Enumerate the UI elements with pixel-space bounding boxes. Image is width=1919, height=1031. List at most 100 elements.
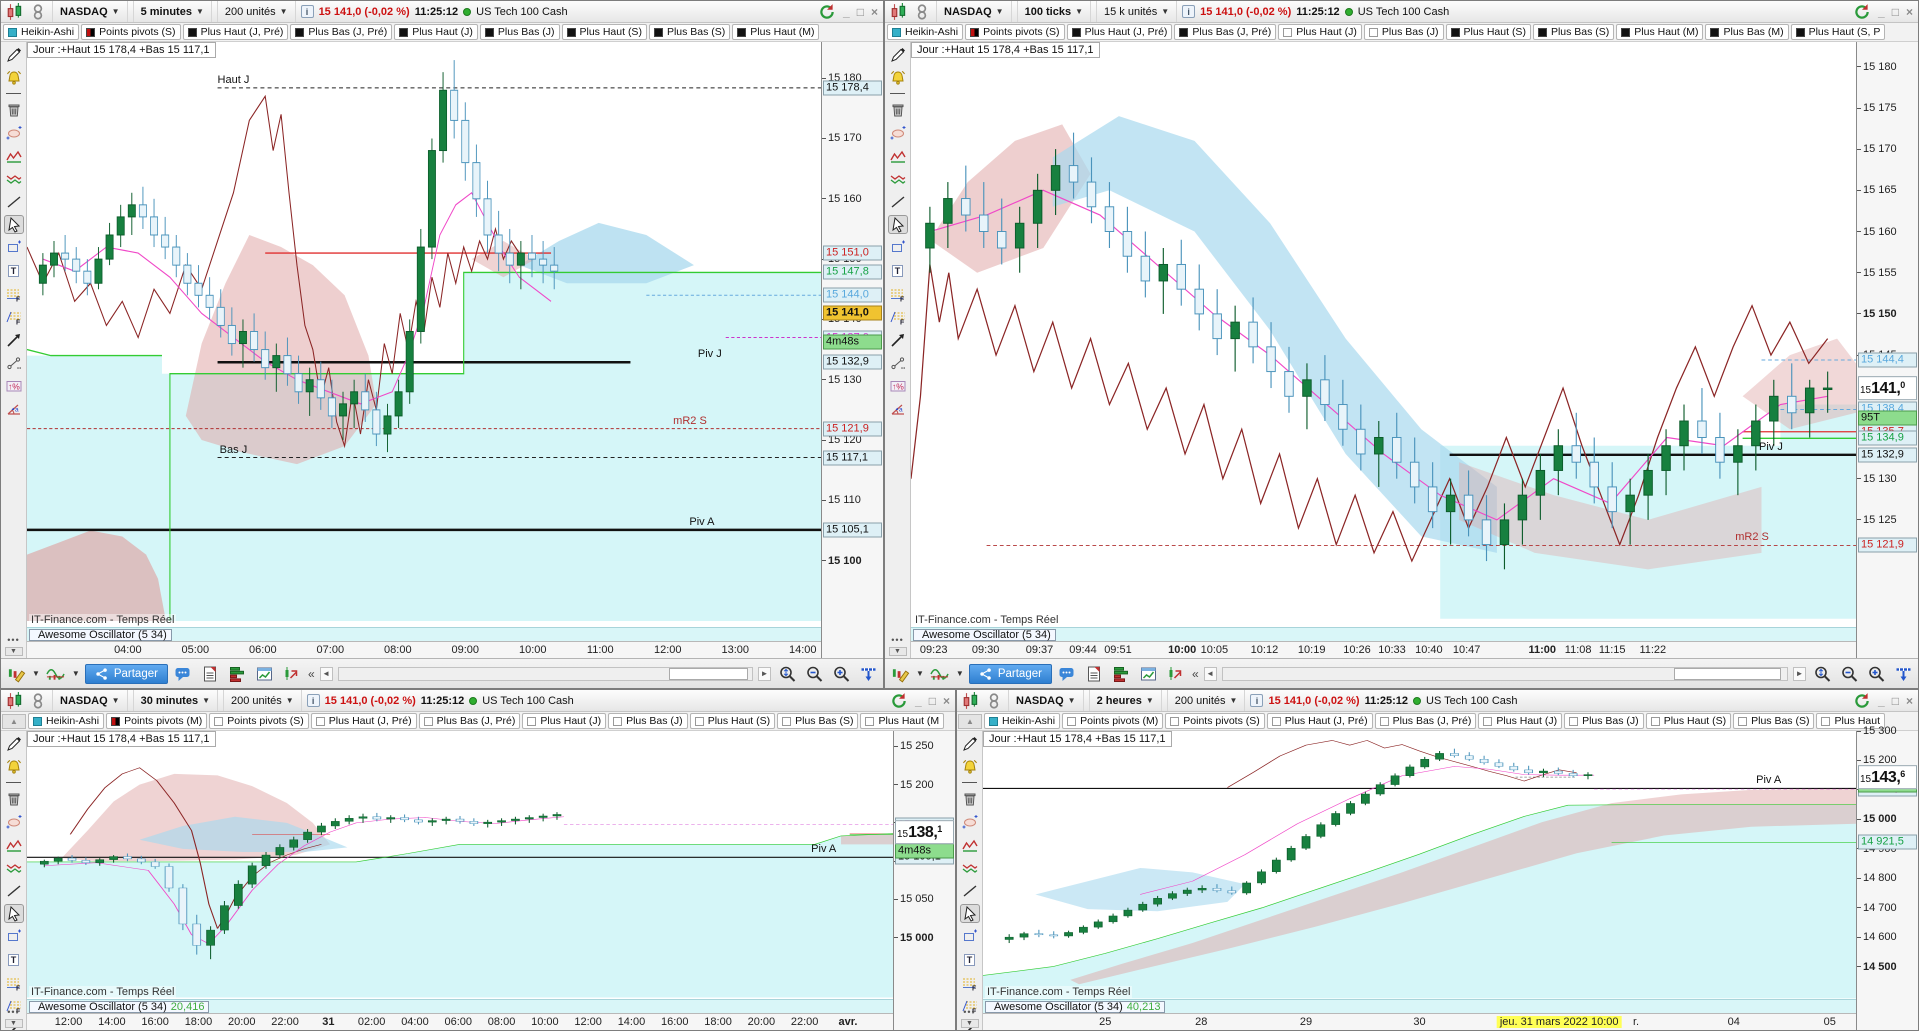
info-icon[interactable]: i xyxy=(1182,5,1196,18)
zoom-out-icon[interactable] xyxy=(803,663,825,685)
close-button[interactable]: × xyxy=(1906,694,1913,708)
scrollbar-thumb[interactable] xyxy=(1674,667,1782,680)
zigzag-tool-icon[interactable] xyxy=(960,835,980,854)
price-chart[interactable]: Piv A Jour :+Haut 15 178,4 +Bas 15 117,1 I… xyxy=(27,731,893,999)
maximize-button[interactable]: □ xyxy=(1892,5,1899,19)
chat-bubble-icon[interactable] xyxy=(1057,663,1079,685)
indicator-button[interactable]: Plus Haut (S) xyxy=(1645,713,1732,729)
indicator-button[interactable]: Points pivots (S) xyxy=(1165,713,1265,729)
indicator-button[interactable]: Plus Haut (J, Pré) xyxy=(182,24,289,40)
segment-tool-icon[interactable] xyxy=(888,353,908,372)
cursor-tool-icon[interactable] xyxy=(3,904,24,923)
chart-style-icon[interactable] xyxy=(889,663,911,685)
arrow-tool-icon[interactable] xyxy=(888,330,908,349)
units-dropdown[interactable]: 200 unités ▼ xyxy=(222,690,302,711)
ellipse-tool-icon[interactable] xyxy=(960,812,980,831)
indicator-button[interactable]: Heikin-Ashi xyxy=(887,24,964,40)
scroll-down-icon[interactable]: ▼ xyxy=(960,1019,979,1028)
indicator-button[interactable]: Plus Haut (J) xyxy=(394,24,478,40)
fibonacci-tool-icon[interactable]: F xyxy=(888,284,908,303)
maximize-button[interactable]: □ xyxy=(857,5,864,19)
text-tool-icon[interactable]: T xyxy=(888,261,908,280)
fibonacci-fan-tool-icon[interactable]: F xyxy=(888,307,908,326)
close-button[interactable]: × xyxy=(943,694,950,708)
ellipse-tool-icon[interactable] xyxy=(4,812,24,831)
pencil-tool-icon[interactable] xyxy=(888,45,908,64)
price-axis[interactable]: 15 180 15 175 15 170 15 165 15 160 15 155 15 1… xyxy=(1856,42,1918,658)
collapse-row-button[interactable]: ▲ xyxy=(958,713,982,729)
price-chart[interactable]: Piv J mR2 S Jour :+Haut 15 178,4 +Bas 15 1… xyxy=(911,42,1856,627)
refresh-icon[interactable] xyxy=(1853,3,1871,20)
chevron-down-icon[interactable]: ▼ xyxy=(32,669,40,678)
angle-tool-icon[interactable]: a xyxy=(4,399,24,418)
minimize-button[interactable]: _ xyxy=(1878,694,1885,708)
indicator-button[interactable]: Plus Haut (S) xyxy=(689,713,776,729)
trash-icon[interactable] xyxy=(960,789,980,808)
more-tools-icon[interactable]: ••• xyxy=(891,635,903,645)
zoom-in-icon[interactable] xyxy=(1865,663,1887,685)
indicator-button[interactable]: Points pivots (M) xyxy=(1062,713,1164,729)
price-chart[interactable]: Piv A Jour :+Haut 15 178,4 +Bas 15 117,1 I… xyxy=(983,731,1856,999)
rectangle-tool-icon[interactable] xyxy=(4,238,24,257)
news-document-icon[interactable] xyxy=(200,663,222,685)
segment-tool-icon[interactable] xyxy=(4,353,24,372)
alert-bell-icon[interactable] xyxy=(4,68,24,87)
symbol-dropdown[interactable]: NASDAQ ▼ xyxy=(52,690,128,711)
oscillator-label[interactable]: Awesome Oscillator (5 34) xyxy=(29,628,172,641)
chevron-down-icon[interactable]: ▼ xyxy=(956,669,964,678)
rectangle-tool-icon[interactable] xyxy=(888,238,908,257)
text-tool-icon[interactable]: T xyxy=(4,950,24,969)
link-windows-icon[interactable] xyxy=(29,3,47,20)
maximize-button[interactable]: □ xyxy=(1892,694,1899,708)
scrollbar-thumb[interactable] xyxy=(669,667,748,680)
trendline-tool-icon[interactable] xyxy=(4,192,24,211)
price-chart[interactable]: Haut J Bas J Piv J Piv A mR2 S Jour :+Haut 15… xyxy=(27,42,821,627)
scroll-down-icon[interactable]: ▼ xyxy=(4,647,23,656)
indicator-button[interactable]: Plus Bas (J, Pré) xyxy=(418,713,521,729)
trendline-tool-icon[interactable] xyxy=(888,192,908,211)
link-windows-icon[interactable] xyxy=(913,3,931,20)
chart-style-icon[interactable] xyxy=(5,663,27,685)
time-scrollbar[interactable] xyxy=(337,666,753,681)
more-tools-icon[interactable]: ••• xyxy=(963,1007,975,1017)
share-button[interactable]: Partager xyxy=(84,663,168,684)
zigzag-tool-icon[interactable] xyxy=(4,835,24,854)
indicator-button[interactable]: Plus Bas (J) xyxy=(608,713,688,729)
arrow-tool-icon[interactable] xyxy=(4,330,24,349)
pencil-tool-icon[interactable] xyxy=(960,734,980,753)
indicator-button[interactable]: Points pivots (S) xyxy=(965,24,1065,40)
indicator-button[interactable]: Plus Haut (S, P xyxy=(1790,24,1886,40)
scroll-down-icon[interactable]: ▼ xyxy=(4,1019,23,1028)
trash-icon[interactable] xyxy=(4,789,24,808)
units-dropdown[interactable]: 15 k unités ▼ xyxy=(1096,1,1178,22)
units-dropdown[interactable]: 200 unités ▼ xyxy=(216,1,296,22)
indicator-button[interactable]: Plus Haut (J, Pré) xyxy=(1066,24,1173,40)
fibonacci-tool-icon[interactable]: F xyxy=(4,284,24,303)
share-button[interactable]: Partager xyxy=(968,663,1052,684)
refresh-icon[interactable] xyxy=(818,3,836,20)
indicator-button[interactable]: Points pivots (M) xyxy=(106,713,208,729)
chat-bubble-icon[interactable] xyxy=(173,663,195,685)
trash-icon[interactable] xyxy=(888,100,908,119)
scroll-right-icon[interactable]: ► xyxy=(1793,666,1806,681)
indicator-button[interactable]: Plus Haut (M xyxy=(860,713,945,729)
indicator-button[interactable]: Plus Bas (J, Pré) xyxy=(290,24,393,40)
fibonacci-fan-tool-icon[interactable]: F xyxy=(4,307,24,326)
timeframe-dropdown[interactable]: 5 minutes ▼ xyxy=(132,1,212,22)
indicator-button[interactable]: Plus Bas (J) xyxy=(1564,713,1644,729)
symbol-dropdown[interactable]: NASDAQ ▼ xyxy=(1008,690,1084,711)
rectangle-tool-icon[interactable] xyxy=(4,927,24,946)
text-tool-icon[interactable]: T xyxy=(4,261,24,280)
waves-tool-icon[interactable] xyxy=(888,169,908,188)
scroll-left-icon[interactable]: ◄ xyxy=(1203,666,1217,681)
trash-icon[interactable] xyxy=(4,100,24,119)
indicator-button[interactable]: Plus Bas (J) xyxy=(479,24,560,40)
oscillator-label[interactable]: Awesome Oscillator (5 34) xyxy=(913,628,1056,641)
link-windows-icon[interactable] xyxy=(985,692,1003,709)
price-axis[interactable]: 15 18015 17015 16015 15015 14015 13015 1… xyxy=(821,42,883,658)
indicator-button[interactable]: Plus Bas (S) xyxy=(1532,24,1615,40)
price-axis[interactable]: 15 25015 20015 15015 10015 05015 00015 1… xyxy=(893,731,955,1030)
collapse-left-icon[interactable]: « xyxy=(308,667,315,681)
more-tools-icon[interactable]: ••• xyxy=(7,1007,19,1017)
timeframe-dropdown[interactable]: 30 minutes ▼ xyxy=(132,690,218,711)
